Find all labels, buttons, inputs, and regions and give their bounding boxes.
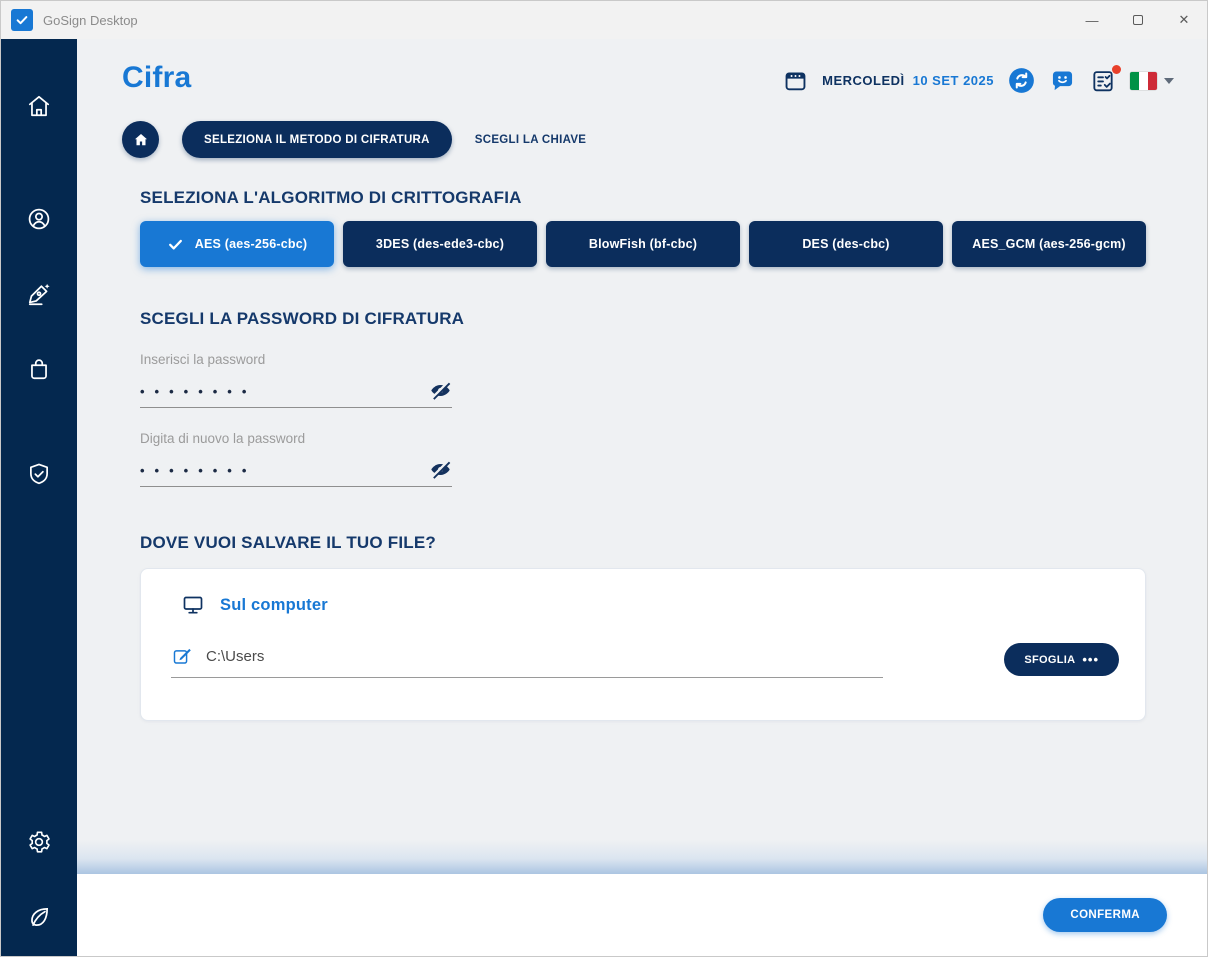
password-confirm-masked-value: •••••••• — [140, 464, 256, 481]
algorithm-section-title: SELEZIONA L'ALGORITMO DI CRITTOGRAFIA — [140, 188, 1146, 208]
monitor-icon — [181, 593, 205, 617]
notification-badge — [1112, 65, 1121, 74]
home-icon — [26, 93, 52, 119]
minimize-button[interactable]: — — [1069, 1, 1115, 39]
confirm-button[interactable]: CONFERMA — [1043, 898, 1167, 932]
sidebar-item-profile[interactable] — [26, 206, 52, 232]
sidebar-item-protection[interactable] — [26, 461, 52, 487]
password-section-title: SCEGLI LA PASSWORD DI CIFRATURA — [140, 309, 1146, 329]
password-input[interactable]: •••••••• — [140, 367, 452, 408]
step-choose-key: SCEGLI LA CHIAVE — [475, 134, 587, 146]
browse-button[interactable]: SFOGLIA ••• — [1004, 643, 1119, 676]
breadcrumb: SELEZIONA IL METODO DI CIFRATURA SCEGLI … — [122, 121, 1146, 158]
close-button[interactable]: ✕ — [1161, 1, 1207, 39]
file-path-value: C:\Users — [206, 648, 264, 665]
user-icon — [26, 206, 52, 232]
password-field: Inserisci la password •••••••• — [140, 352, 452, 408]
destination-label: Sul computer — [220, 596, 328, 615]
chat-icon[interactable] — [1049, 67, 1076, 94]
file-path-input[interactable]: C:\Users — [171, 641, 883, 678]
gear-icon — [26, 829, 52, 855]
gosign-logo-icon — [11, 9, 33, 31]
edit-icon — [171, 645, 193, 667]
sync-icon[interactable] — [1008, 67, 1035, 94]
algo-option-aes[interactable]: AES (aes-256-cbc) — [140, 221, 334, 267]
algo-option-blowfish[interactable]: BlowFish (bf-cbc) — [546, 221, 740, 267]
sidebar — [1, 39, 77, 956]
calendar-icon — [783, 68, 808, 93]
italian-flag-icon — [1130, 72, 1157, 90]
leaf-icon — [26, 904, 52, 930]
content-area: Cifra MERCOLEDÌ 10 SET 2025 — [77, 39, 1207, 874]
sidebar-item-signature[interactable] — [26, 281, 52, 307]
titlebar: GoSign Desktop — ✕ — [1, 1, 1207, 39]
password-confirm-field: Digita di nuovo la password •••••••• — [140, 431, 452, 487]
password-masked-value: •••••••• — [140, 385, 256, 402]
password-confirm-label: Digita di nuovo la password — [140, 431, 452, 446]
shield-check-icon — [26, 461, 52, 487]
ellipsis-icon: ••• — [1082, 652, 1099, 667]
date-value: 10 SET 2025 — [913, 73, 994, 88]
sidebar-item-settings[interactable] — [26, 829, 52, 855]
step-select-method[interactable]: SELEZIONA IL METODO DI CIFRATURA — [182, 121, 452, 158]
sidebar-item-home[interactable] — [26, 93, 52, 119]
chevron-down-icon — [1164, 78, 1174, 84]
toggle-password-confirm-visibility-icon[interactable] — [429, 458, 452, 481]
password-confirm-input[interactable]: •••••••• — [140, 446, 452, 487]
signature-pen-icon — [26, 281, 52, 307]
algorithm-section: SELEZIONA L'ALGORITMO DI CRITTOGRAFIA AE… — [140, 188, 1146, 267]
algo-option-des[interactable]: DES (des-cbc) — [749, 221, 943, 267]
password-label: Inserisci la password — [140, 352, 452, 367]
footer: CONFERMA — [77, 874, 1207, 956]
bag-icon — [26, 356, 52, 382]
maximize-icon — [1133, 15, 1143, 25]
save-section-title: DOVE VUOI SALVARE IL TUO FILE? — [140, 533, 1146, 553]
sidebar-item-eco[interactable] — [26, 904, 52, 930]
sidebar-item-shop[interactable] — [26, 356, 52, 382]
page-title: Cifra — [122, 61, 191, 95]
app-title: GoSign Desktop — [43, 13, 138, 28]
check-icon — [167, 236, 184, 253]
home-icon — [132, 131, 150, 149]
save-destination-card: Sul computer C:\Users — [140, 568, 1146, 721]
language-selector[interactable] — [1130, 72, 1174, 90]
tasklist-icon[interactable] — [1090, 68, 1116, 94]
save-section: DOVE VUOI SALVARE IL TUO FILE? Sul compu… — [140, 533, 1146, 721]
date-weekday: MERCOLEDÌ — [822, 73, 905, 88]
toggle-password-visibility-icon[interactable] — [429, 379, 452, 402]
breadcrumb-home-button[interactable] — [122, 121, 159, 158]
maximize-button[interactable] — [1115, 1, 1161, 39]
algo-option-3des[interactable]: 3DES (des-ede3-cbc) — [343, 221, 537, 267]
algo-option-aes-gcm[interactable]: AES_GCM (aes-256-gcm) — [952, 221, 1146, 267]
password-section: SCEGLI LA PASSWORD DI CIFRATURA Inserisc… — [140, 309, 1146, 487]
app-window: GoSign Desktop — ✕ — [0, 0, 1208, 957]
